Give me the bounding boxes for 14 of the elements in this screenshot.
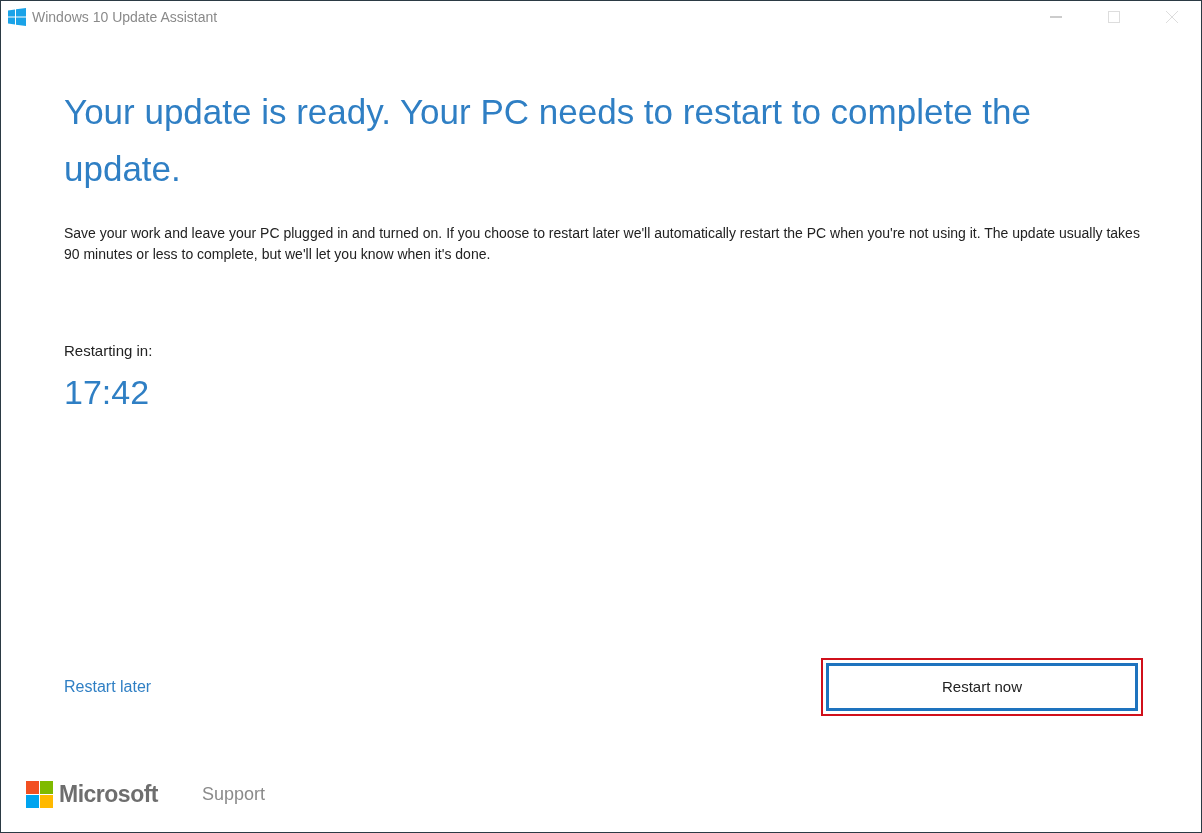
support-link[interactable]: Support — [202, 781, 266, 808]
heading: Your update is ready. Your PC needs to restart to complete the update. — [64, 91, 1032, 190]
restart-later-link[interactable]: Restart later — [64, 675, 152, 699]
minimize-icon[interactable] — [1050, 16, 1062, 18]
maximize-icon[interactable] — [1108, 11, 1120, 23]
message-text: Save your work and leave your PC plugged in and turned on. If you choose to restart later we'll automatically restart the PC when you're not using it. The update usually takes 90 minutes or less to complete, but we'll let you know when it's done. — [64, 224, 1141, 264]
window-title: Windows 10 Update Assistant — [32, 7, 218, 27]
restart-now-button[interactable]: Restart now — [826, 663, 1138, 711]
brand-name: Microsoft — [59, 780, 158, 810]
close-icon[interactable] — [1166, 11, 1178, 23]
countdown-label: Restarting in: — [64, 341, 154, 361]
microsoft-logo-icon — [26, 781, 53, 808]
countdown-time: 17:42 — [64, 371, 151, 413]
windows-logo-icon — [8, 8, 26, 26]
